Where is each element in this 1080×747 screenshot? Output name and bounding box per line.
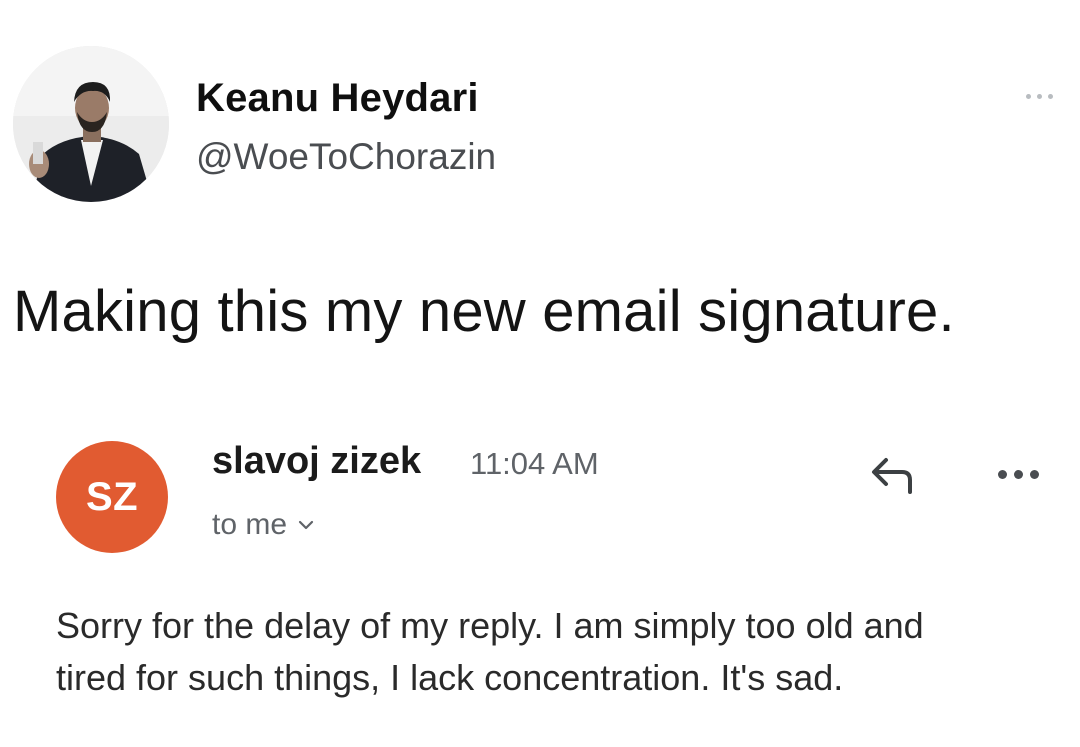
author-handle[interactable]: @WoeToChorazin — [196, 136, 496, 178]
ellipsis-icon-dot — [1013, 469, 1023, 479]
author-avatar[interactable] — [13, 46, 169, 202]
ellipsis-icon-dot — [1025, 93, 1031, 99]
chevron-down-icon — [298, 520, 314, 530]
author-name[interactable]: Keanu Heydari — [196, 76, 479, 121]
reply-icon[interactable] — [866, 452, 918, 496]
ellipsis-icon-dot — [997, 469, 1007, 479]
email-body-line: Sorry for the delay of my reply. I am si… — [56, 605, 924, 646]
recipient-label: to me — [212, 508, 288, 541]
sender-avatar[interactable]: SZ — [56, 441, 168, 553]
ellipsis-icon-dot — [1029, 469, 1039, 479]
ellipsis-icon-dot — [1036, 93, 1042, 99]
author-avatar-photo — [13, 46, 169, 202]
email-body-line: tired for such things, I lack concentrat… — [56, 657, 844, 698]
sender-name[interactable]: slavoj zizek — [212, 440, 421, 483]
tweet-text: Making this my new email signature. — [13, 279, 955, 344]
email-body: Sorry for the delay of my reply. I am si… — [56, 600, 1066, 704]
screenshot-page: Keanu Heydari @WoeToChorazin Making this… — [0, 0, 1080, 747]
email-more-button[interactable] — [990, 462, 1046, 486]
email-timestamp: 11:04 AM — [470, 446, 599, 481]
ellipsis-icon-dot — [1047, 93, 1053, 99]
recipient-toggle[interactable]: to me — [212, 508, 315, 542]
tweet-more-button[interactable] — [1014, 84, 1064, 108]
